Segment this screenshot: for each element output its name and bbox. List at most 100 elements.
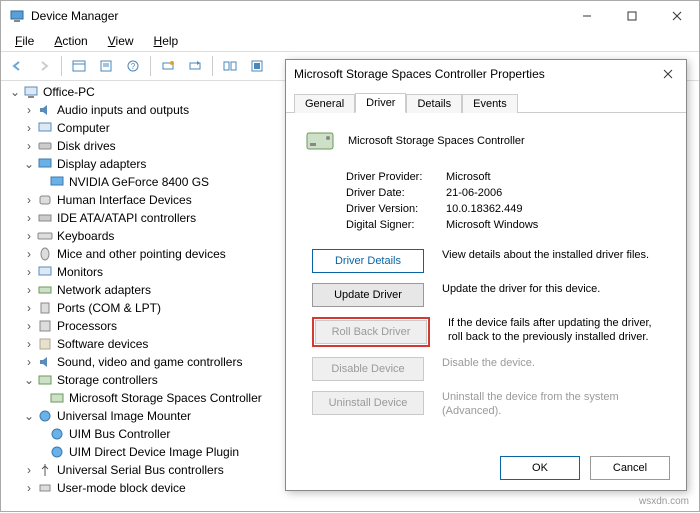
- tree-item[interactable]: ›Ports (COM & LPT): [7, 299, 277, 317]
- tree-item[interactable]: › Sound, video and game controllers: [7, 353, 277, 371]
- chevron-right-icon[interactable]: ›: [23, 194, 35, 206]
- mouse-icon: [37, 246, 53, 262]
- hid-icon: [37, 192, 53, 208]
- tree-root[interactable]: ⌄ Office-PC: [7, 83, 277, 101]
- tree-item[interactable]: ›Disk drives: [7, 137, 277, 155]
- tree-item[interactable]: ›Human Interface Devices: [7, 191, 277, 209]
- tree-item[interactable]: ›User-mode block device: [7, 479, 277, 497]
- tree-item[interactable]: ›Network adapters: [7, 281, 277, 299]
- tree-item[interactable]: ›Mice and other pointing devices: [7, 245, 277, 263]
- computer-icon: [23, 84, 39, 100]
- storage-icon: [37, 372, 53, 388]
- tree-label: Display adapters: [57, 157, 146, 171]
- sound-icon: [37, 354, 53, 370]
- tree-item[interactable]: ⌄Storage controllers: [7, 371, 277, 389]
- tree-item[interactable]: ›Keyboards: [7, 227, 277, 245]
- back-button[interactable]: [5, 54, 29, 78]
- menu-view[interactable]: View: [98, 32, 144, 50]
- keyboard-icon: [37, 228, 53, 244]
- tab-general[interactable]: General: [294, 94, 355, 113]
- tree-item[interactable]: ⌄ Display adapters: [7, 155, 277, 173]
- storage-controller-icon: [304, 125, 336, 157]
- usb-icon: [37, 462, 53, 478]
- label: Driver Provider:: [346, 171, 446, 183]
- app-icon: [9, 8, 25, 24]
- kv-version: Driver Version:10.0.18362.449: [346, 203, 668, 215]
- uninstall-device-button[interactable]: Uninstall Device: [312, 391, 424, 415]
- block-device-icon: [37, 480, 53, 496]
- chevron-right-icon[interactable]: ›: [23, 266, 35, 278]
- view-resources-button[interactable]: [245, 54, 269, 78]
- properties-button[interactable]: [94, 54, 118, 78]
- toolbar-separator: [212, 56, 213, 76]
- roll-back-driver-button[interactable]: Roll Back Driver: [315, 320, 427, 344]
- disable-device-button[interactable]: Disable Device: [312, 357, 424, 381]
- chevron-right-icon[interactable]: ›: [23, 212, 35, 224]
- device-tree[interactable]: ⌄ Office-PC ›Audio inputs and outputs ›C…: [7, 83, 277, 503]
- tree-item[interactable]: ⌄ Universal Image Mounter: [7, 407, 277, 425]
- show-hide-console-button[interactable]: [67, 54, 91, 78]
- tree-item[interactable]: Microsoft Storage Spaces Controller: [7, 389, 277, 407]
- menu-action[interactable]: Action: [44, 32, 97, 50]
- update-driver-button[interactable]: Update Driver: [312, 283, 424, 307]
- tree-item[interactable]: ›Universal Serial Bus controllers: [7, 461, 277, 479]
- highlight-box: Roll Back Driver: [312, 317, 430, 347]
- ide-icon: [37, 210, 53, 226]
- value: Microsoft: [446, 171, 491, 183]
- chevron-right-icon[interactable]: ›: [23, 320, 35, 332]
- driver-details-button[interactable]: Driver Details: [312, 249, 424, 273]
- chevron-right-icon[interactable]: ›: [23, 122, 35, 134]
- svg-text:?: ?: [131, 62, 136, 71]
- tree-item[interactable]: › IDE ATA/ATAPI controllers: [7, 209, 277, 227]
- chevron-down-icon[interactable]: ⌄: [9, 86, 21, 98]
- tree-label: Sound, video and game controllers: [57, 355, 242, 369]
- roll-back-text: If the device fails after updating the d…: [448, 317, 668, 345]
- tab-driver[interactable]: Driver: [355, 93, 406, 113]
- menu-file[interactable]: File: [5, 32, 44, 50]
- chevron-down-icon[interactable]: ⌄: [23, 374, 35, 386]
- chevron-right-icon[interactable]: ›: [23, 464, 35, 476]
- chevron-right-icon[interactable]: ›: [23, 302, 35, 314]
- view-devices-button[interactable]: [218, 54, 242, 78]
- dialog-tabstrip: General Driver Details Events: [286, 88, 686, 113]
- tree-item[interactable]: NVIDIA GeForce 8400 GS: [7, 173, 277, 191]
- chevron-down-icon[interactable]: ⌄: [23, 158, 35, 170]
- scan-changes-button[interactable]: [183, 54, 207, 78]
- tree-item[interactable]: ›Processors: [7, 317, 277, 335]
- chevron-down-icon[interactable]: ⌄: [23, 410, 35, 422]
- tree-item[interactable]: ›Audio inputs and outputs: [7, 101, 277, 119]
- tree-item[interactable]: UIM Bus Controller: [7, 425, 277, 443]
- scan-hardware-button[interactable]: [156, 54, 180, 78]
- help-button[interactable]: ?: [121, 54, 145, 78]
- chevron-right-icon[interactable]: ›: [23, 248, 35, 260]
- menubar: File Action View Help: [1, 31, 699, 52]
- chevron-right-icon[interactable]: ›: [23, 230, 35, 242]
- menu-help[interactable]: Help: [144, 32, 189, 50]
- tree-label: IDE ATA/ATAPI controllers: [57, 211, 196, 225]
- forward-button[interactable]: [32, 54, 56, 78]
- toolbar-separator: [61, 56, 62, 76]
- cancel-button[interactable]: Cancel: [590, 456, 670, 480]
- bus-controller-icon: [49, 426, 65, 442]
- chevron-right-icon[interactable]: ›: [23, 140, 35, 152]
- dialog-close-button[interactable]: [658, 64, 678, 84]
- value: 21-06-2006: [446, 187, 502, 199]
- minimize-button[interactable]: [564, 1, 609, 31]
- tree-item[interactable]: ›Monitors: [7, 263, 277, 281]
- chevron-right-icon[interactable]: ›: [23, 482, 35, 494]
- software-icon: [37, 336, 53, 352]
- chevron-right-icon[interactable]: ›: [23, 104, 35, 116]
- tree-item[interactable]: ›Software devices: [7, 335, 277, 353]
- chevron-right-icon[interactable]: ›: [23, 284, 35, 296]
- ok-button[interactable]: OK: [500, 456, 580, 480]
- chevron-right-icon[interactable]: ›: [23, 356, 35, 368]
- close-button[interactable]: [654, 1, 699, 31]
- tree-item[interactable]: UIM Direct Device Image Plugin: [7, 443, 277, 461]
- maximize-button[interactable]: [609, 1, 654, 31]
- chevron-right-icon[interactable]: ›: [23, 338, 35, 350]
- tab-details[interactable]: Details: [406, 94, 462, 113]
- tab-events[interactable]: Events: [462, 94, 518, 113]
- label: Driver Date:: [346, 187, 446, 199]
- tree-item[interactable]: ›Computer: [7, 119, 277, 137]
- tree-label: Universal Image Mounter: [57, 409, 191, 423]
